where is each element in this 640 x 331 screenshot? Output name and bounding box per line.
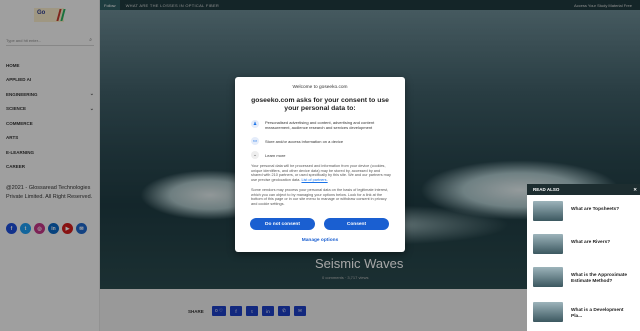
thumbnail[interactable] — [533, 302, 563, 322]
consent-body: Your personal data will be processed and… — [251, 164, 391, 183]
consent-purpose: ♟ Personalised advertising and content, … — [251, 120, 391, 130]
list-item[interactable]: What is the Approximate Estimate Method? — [533, 267, 637, 291]
manage-options-link[interactable]: Manage options — [235, 238, 405, 243]
thumbnail[interactable] — [533, 201, 563, 221]
partners-link[interactable]: List of partners. — [301, 178, 327, 182]
read-also-panel: READ ALSO ✕ What are Topsheets? What are… — [527, 184, 640, 331]
thumbnail[interactable] — [533, 267, 563, 287]
consent-dialog: Welcome to goseeko.com goseeko.com asks … — [235, 77, 405, 252]
consent-button[interactable]: Consent — [324, 218, 389, 230]
list-item-title[interactable]: What are Topsheets? — [571, 201, 635, 225]
thumbnail[interactable] — [533, 234, 563, 254]
purpose-text: Personalised advertising and content, ad… — [265, 120, 375, 130]
consent-body-text: Some vendors may process your personal d… — [251, 188, 389, 207]
purpose-text: Store and/or access information on a dev… — [265, 139, 344, 144]
device-icon: ▭ — [251, 137, 259, 145]
learn-more-link[interactable]: Learn more — [265, 151, 285, 158]
list-item[interactable]: What are Topsheets? — [533, 201, 637, 225]
consent-welcome: Welcome to goseeko.com — [292, 85, 348, 90]
list-item-title[interactable]: What is a Development Pla... — [571, 302, 635, 326]
close-icon[interactable]: ✕ — [633, 187, 637, 193]
read-also-heading: READ ALSO — [533, 187, 560, 192]
do-not-consent-button[interactable]: Do not consent — [250, 218, 315, 230]
list-item[interactable]: What are Rivers? — [533, 234, 637, 258]
consent-purpose: ▭ Store and/or access information on a d… — [251, 137, 391, 145]
list-item[interactable]: What is a Development Pla... — [533, 302, 637, 326]
list-item-title[interactable]: What is the Approximate Estimate Method? — [571, 267, 635, 291]
read-also-header: READ ALSO ✕ — [527, 184, 640, 195]
list-item-title[interactable]: What are Rivers? — [571, 234, 635, 258]
person-icon: ♟ — [251, 120, 259, 128]
learn-more-row[interactable]: ⌄ Learn more — [251, 151, 391, 159]
consent-title: goseeko.com asks for your consent to use… — [251, 97, 389, 112]
chevron-down-icon[interactable]: ⌄ — [251, 151, 259, 159]
